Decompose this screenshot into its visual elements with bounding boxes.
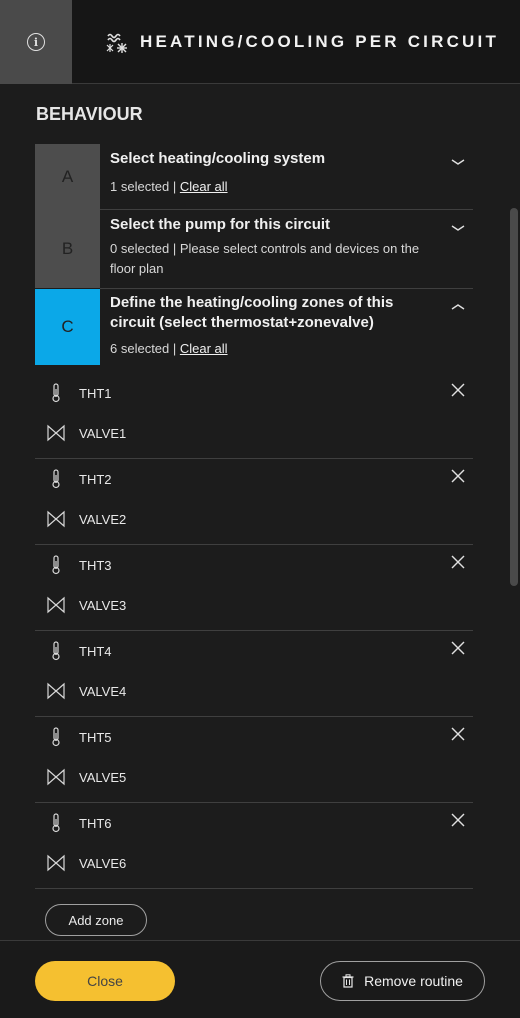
app-header: i HEATING/COOLING PER CIRCUIT [0,0,520,84]
remove-zone-icon[interactable] [451,383,465,397]
step-status: 0 selected | Please select controls and … [110,241,420,276]
chevron-up-icon[interactable] [451,302,465,312]
footer: Close Remove routine [0,940,520,1018]
step-status-text: 1 selected | [110,179,180,194]
valve-row[interactable]: VALVE2 [47,509,126,529]
thermometer-icon [52,469,60,489]
scrollbar[interactable] [510,208,518,586]
valve-row[interactable]: VALVE1 [47,423,126,443]
zone-item: THT4 VALVE4 [35,631,473,717]
valve-label: VALVE5 [79,769,127,785]
thermostat-label: THT2 [79,471,112,487]
thermostat-row[interactable]: THT2 [47,469,112,489]
thermostat-label: THT5 [79,729,112,745]
valve-row[interactable]: VALVE3 [47,595,126,615]
step-title: Define the heating/cooling zones of this… [110,294,394,331]
step-title: Select heating/cooling system [110,150,326,167]
step-define-zones[interactable]: C Define the heating/cooling zones of th… [35,289,473,365]
thermometer-icon [52,383,60,403]
zone-item: THT1 VALVE1 [35,373,473,459]
valve-icon [47,682,65,700]
zone-item: THT5 VALVE5 [35,717,473,803]
step-badge-c[interactable]: C [35,289,100,365]
remove-zone-icon[interactable] [451,641,465,655]
step-status-text: 6 selected | [110,341,180,356]
clear-all-link[interactable]: Clear all [180,179,228,194]
valve-icon [47,854,65,872]
thermostat-row[interactable]: THT6 [47,813,112,833]
thermometer-icon [52,641,60,661]
step-badge-a[interactable]: A [35,144,100,210]
thermostat-row[interactable]: THT3 [47,555,112,575]
thermostat-row[interactable]: THT5 [47,727,112,747]
step-select-system[interactable]: A Select heating/cooling system 1 select… [35,144,473,210]
valve-row[interactable]: VALVE4 [47,681,126,701]
remove-zone-icon[interactable] [451,813,465,827]
chevron-down-icon[interactable] [451,157,465,167]
valve-icon [47,768,65,786]
valve-icon [47,424,65,442]
step-title: Select the pump for this circuit [110,216,331,233]
thermostat-row[interactable]: THT4 [47,641,112,661]
remove-routine-label: Remove routine [364,973,463,989]
valve-label: VALVE2 [79,511,127,527]
valve-row[interactable]: VALVE5 [47,767,126,787]
info-icon: i [27,33,45,51]
thermostat-label: THT4 [79,643,112,659]
thermometer-icon [52,813,60,833]
step-badge-b[interactable]: B [35,210,100,288]
remove-routine-button[interactable]: Remove routine [320,961,485,1001]
valve-icon [47,596,65,614]
thermostat-row[interactable]: THT1 [47,383,112,403]
close-button[interactable]: Close [35,961,175,1001]
step-select-pump[interactable]: B Select the pump for this circuit 0 sel… [35,210,473,288]
clear-all-link[interactable]: Clear all [180,341,228,356]
thermostat-label: THT3 [79,557,112,573]
valve-label: VALVE6 [79,855,127,871]
step-status: 1 selected | Clear all [110,177,437,197]
heating-cooling-icon [106,33,127,53]
thermometer-icon [52,555,60,575]
trash-icon [342,974,354,988]
info-button[interactable]: i [0,0,72,84]
valve-label: VALVE1 [79,425,127,441]
add-zone-button[interactable]: Add zone [45,904,147,936]
zone-item: THT2 VALVE2 [35,459,473,545]
remove-zone-icon[interactable] [451,469,465,483]
thermometer-icon [52,727,60,747]
valve-row[interactable]: VALVE6 [47,853,126,873]
zone-item: THT3 VALVE3 [35,545,473,631]
valve-label: VALVE4 [79,683,127,699]
chevron-down-icon[interactable] [451,223,465,233]
remove-zone-icon[interactable] [451,555,465,569]
remove-zone-icon[interactable] [451,727,465,741]
page-title: HEATING/COOLING PER CIRCUIT [140,32,500,51]
thermostat-label: THT1 [79,385,112,401]
step-status: 6 selected | Clear all [110,339,437,359]
valve-label: VALVE3 [79,597,127,613]
zone-item: THT6 VALVE6 [35,803,473,889]
thermostat-label: THT6 [79,815,112,831]
valve-icon [47,510,65,528]
section-title: BEHAVIOUR [36,104,143,124]
